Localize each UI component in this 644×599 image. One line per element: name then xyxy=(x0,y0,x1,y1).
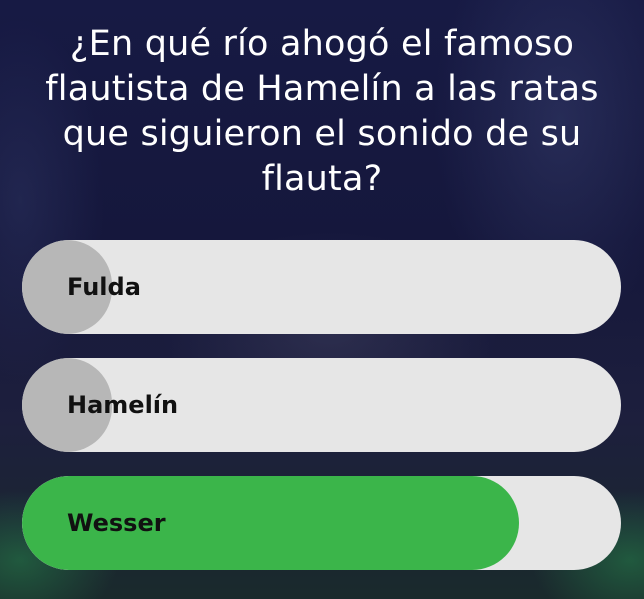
answer-list: Fulda Hamelín Wesser xyxy=(22,240,621,594)
answer-label: Wesser xyxy=(67,509,166,537)
answer-option-fulda[interactable]: Fulda xyxy=(22,240,621,334)
answer-label: Fulda xyxy=(67,273,141,301)
answer-option-wesser[interactable]: Wesser xyxy=(22,476,621,570)
answer-option-hamelin[interactable]: Hamelín xyxy=(22,358,621,452)
question-text: ¿En qué río ahogó el famoso flautista de… xyxy=(45,24,599,199)
answer-label: Hamelín xyxy=(67,391,179,419)
